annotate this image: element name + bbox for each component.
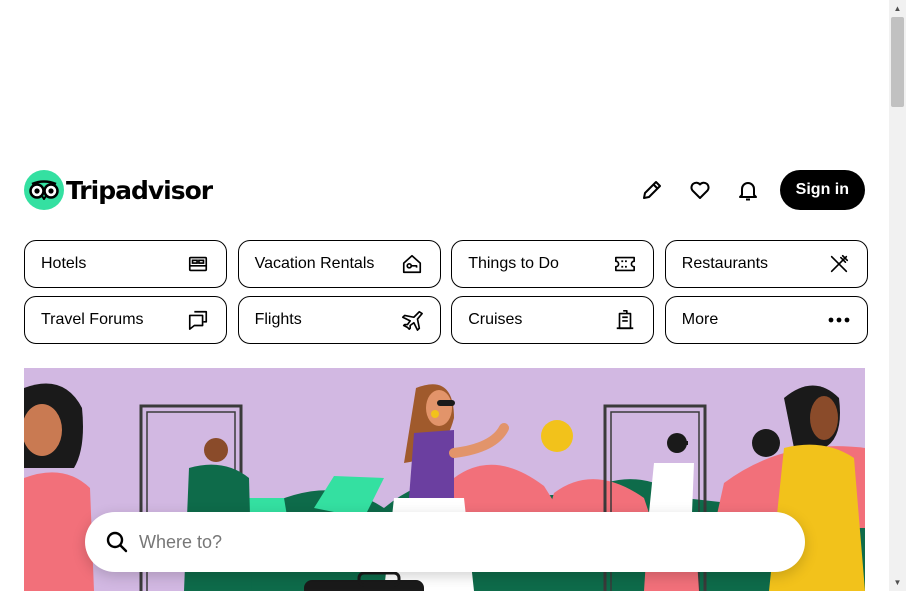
category-label: More [681,311,719,328]
category-label: Restaurants [681,255,769,272]
category-label: Flights [254,311,302,328]
category-label: Hotels [41,255,87,272]
tripadvisor-logo[interactable]: Tripadvisor [24,170,213,210]
ad-banner-space [0,0,889,150]
search-input[interactable] [139,531,739,553]
fork-knife-icon [827,252,851,276]
house-key-icon [400,252,424,276]
category-cruises[interactable]: Cruises [451,296,655,344]
site-header: Tripadvisor Sign in [24,170,865,210]
category-label: Vacation Rentals [254,255,375,272]
scroll-down-arrow-icon[interactable]: ▼ [893,578,902,587]
scroll-up-arrow-icon[interactable]: ▲ [893,4,902,13]
owl-logo-icon [24,170,64,210]
category-travel-forums[interactable]: Travel Forums [24,296,227,344]
category-vacation-rentals[interactable]: Vacation Rentals [237,240,441,288]
category-restaurants[interactable]: Restaurants [664,240,868,288]
category-things-to-do[interactable]: Things to Do [451,240,655,288]
search-icon [105,530,129,554]
scrollbar-thumb[interactable] [891,17,904,107]
bed-icon [186,252,210,276]
sign-in-button[interactable]: Sign in [779,170,865,210]
search-bar[interactable] [85,512,805,572]
category-label: Things to Do [468,255,559,272]
more-dots-icon [827,308,851,332]
bell-icon[interactable] [728,170,768,210]
logo-wordmark: Tripadvisor [66,175,213,205]
ship-icon [613,308,637,332]
category-label: Cruises [468,311,523,328]
category-flights[interactable]: Flights [237,296,441,344]
plane-icon [400,308,424,332]
category-hotels[interactable]: Hotels [24,240,227,288]
heart-icon[interactable] [680,170,720,210]
ticket-icon [613,252,637,276]
pencil-icon[interactable] [632,170,672,210]
category-navigation: Hotels Vacation Rentals Things to Do Res… [24,240,868,344]
chat-bubbles-icon [186,308,210,332]
page-scrollbar[interactable]: ▲ ▼ [889,0,906,591]
header-actions: Sign in [632,170,865,210]
category-more[interactable]: More [664,296,868,344]
category-label: Travel Forums [41,311,144,328]
